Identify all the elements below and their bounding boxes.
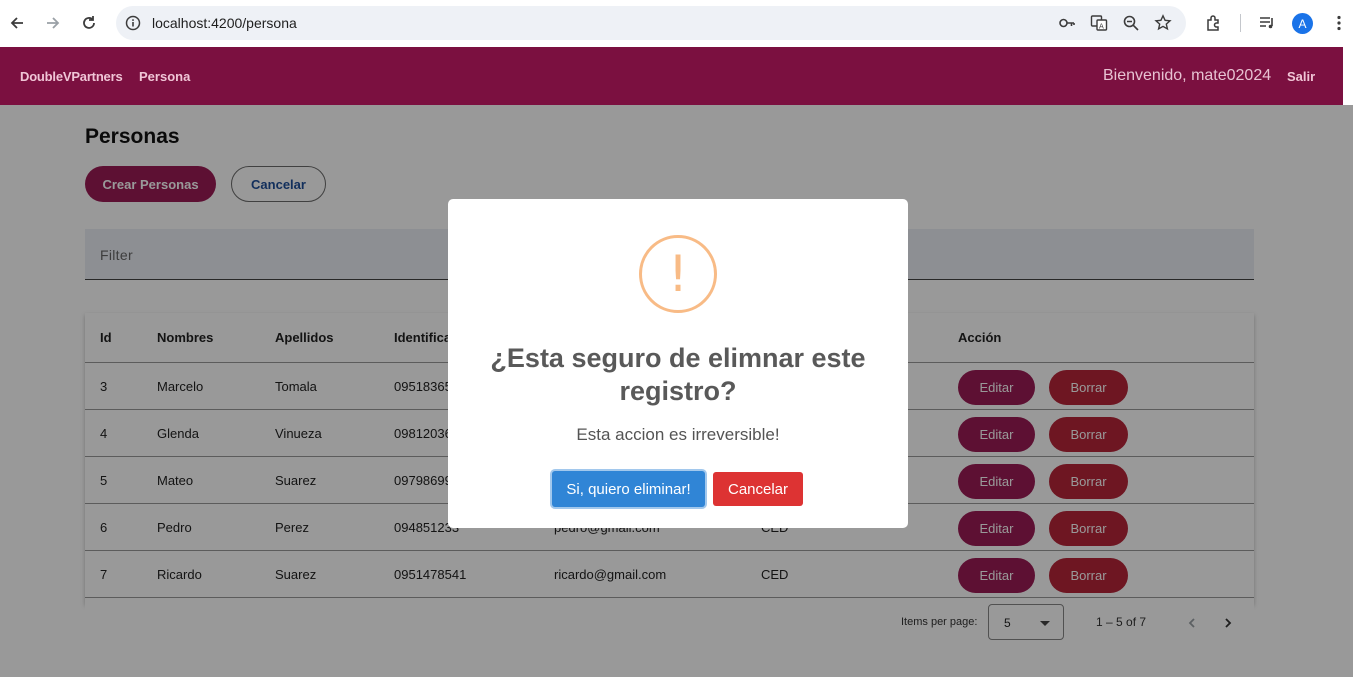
extensions-icon[interactable] [1202,11,1226,35]
brand-link[interactable]: DoubleVPartners [20,69,123,84]
site-info-icon[interactable] [124,14,142,32]
confirm-delete-dialog: ! ¿Esta seguro de elimnar este registro?… [448,199,908,528]
nav-persona-link[interactable]: Persona [139,69,190,84]
welcome-text: Bienvenido, mate02024 [1103,67,1272,84]
profile-avatar[interactable]: A [1292,13,1313,34]
app-header: DoubleVPartners Persona Bienvenido, mate… [0,47,1343,105]
warning-icon: ! [639,235,717,313]
dialog-title: ¿Esta seguro de elimnar este registro? [490,343,866,406]
address-bar[interactable]: localhost:4200/persona A [116,6,1186,40]
bookmark-star-icon[interactable] [1153,13,1173,33]
zoom-icon[interactable] [1121,13,1141,33]
logout-link[interactable]: Salir [1287,69,1315,84]
menu-kebab-icon[interactable] [1327,11,1351,35]
browser-toolbar: localhost:4200/persona A A [0,0,1353,47]
dialog-text: Esta accion es irreversible! [576,425,780,444]
forward-icon[interactable] [41,11,65,35]
media-control-icon[interactable] [1255,11,1279,35]
toolbar-divider [1240,14,1241,32]
key-icon[interactable] [1057,13,1077,33]
url-text[interactable]: localhost:4200/persona [152,15,297,31]
confirm-delete-button[interactable]: Si, quiero eliminar! [552,471,705,507]
translate-icon[interactable]: A [1089,13,1109,33]
warning-icon-mark: ! [667,245,689,303]
svg-text:A: A [1099,23,1104,31]
back-icon[interactable] [5,11,29,35]
dialog-cancel-button[interactable]: Cancelar [713,472,803,506]
reload-icon[interactable] [77,11,101,35]
